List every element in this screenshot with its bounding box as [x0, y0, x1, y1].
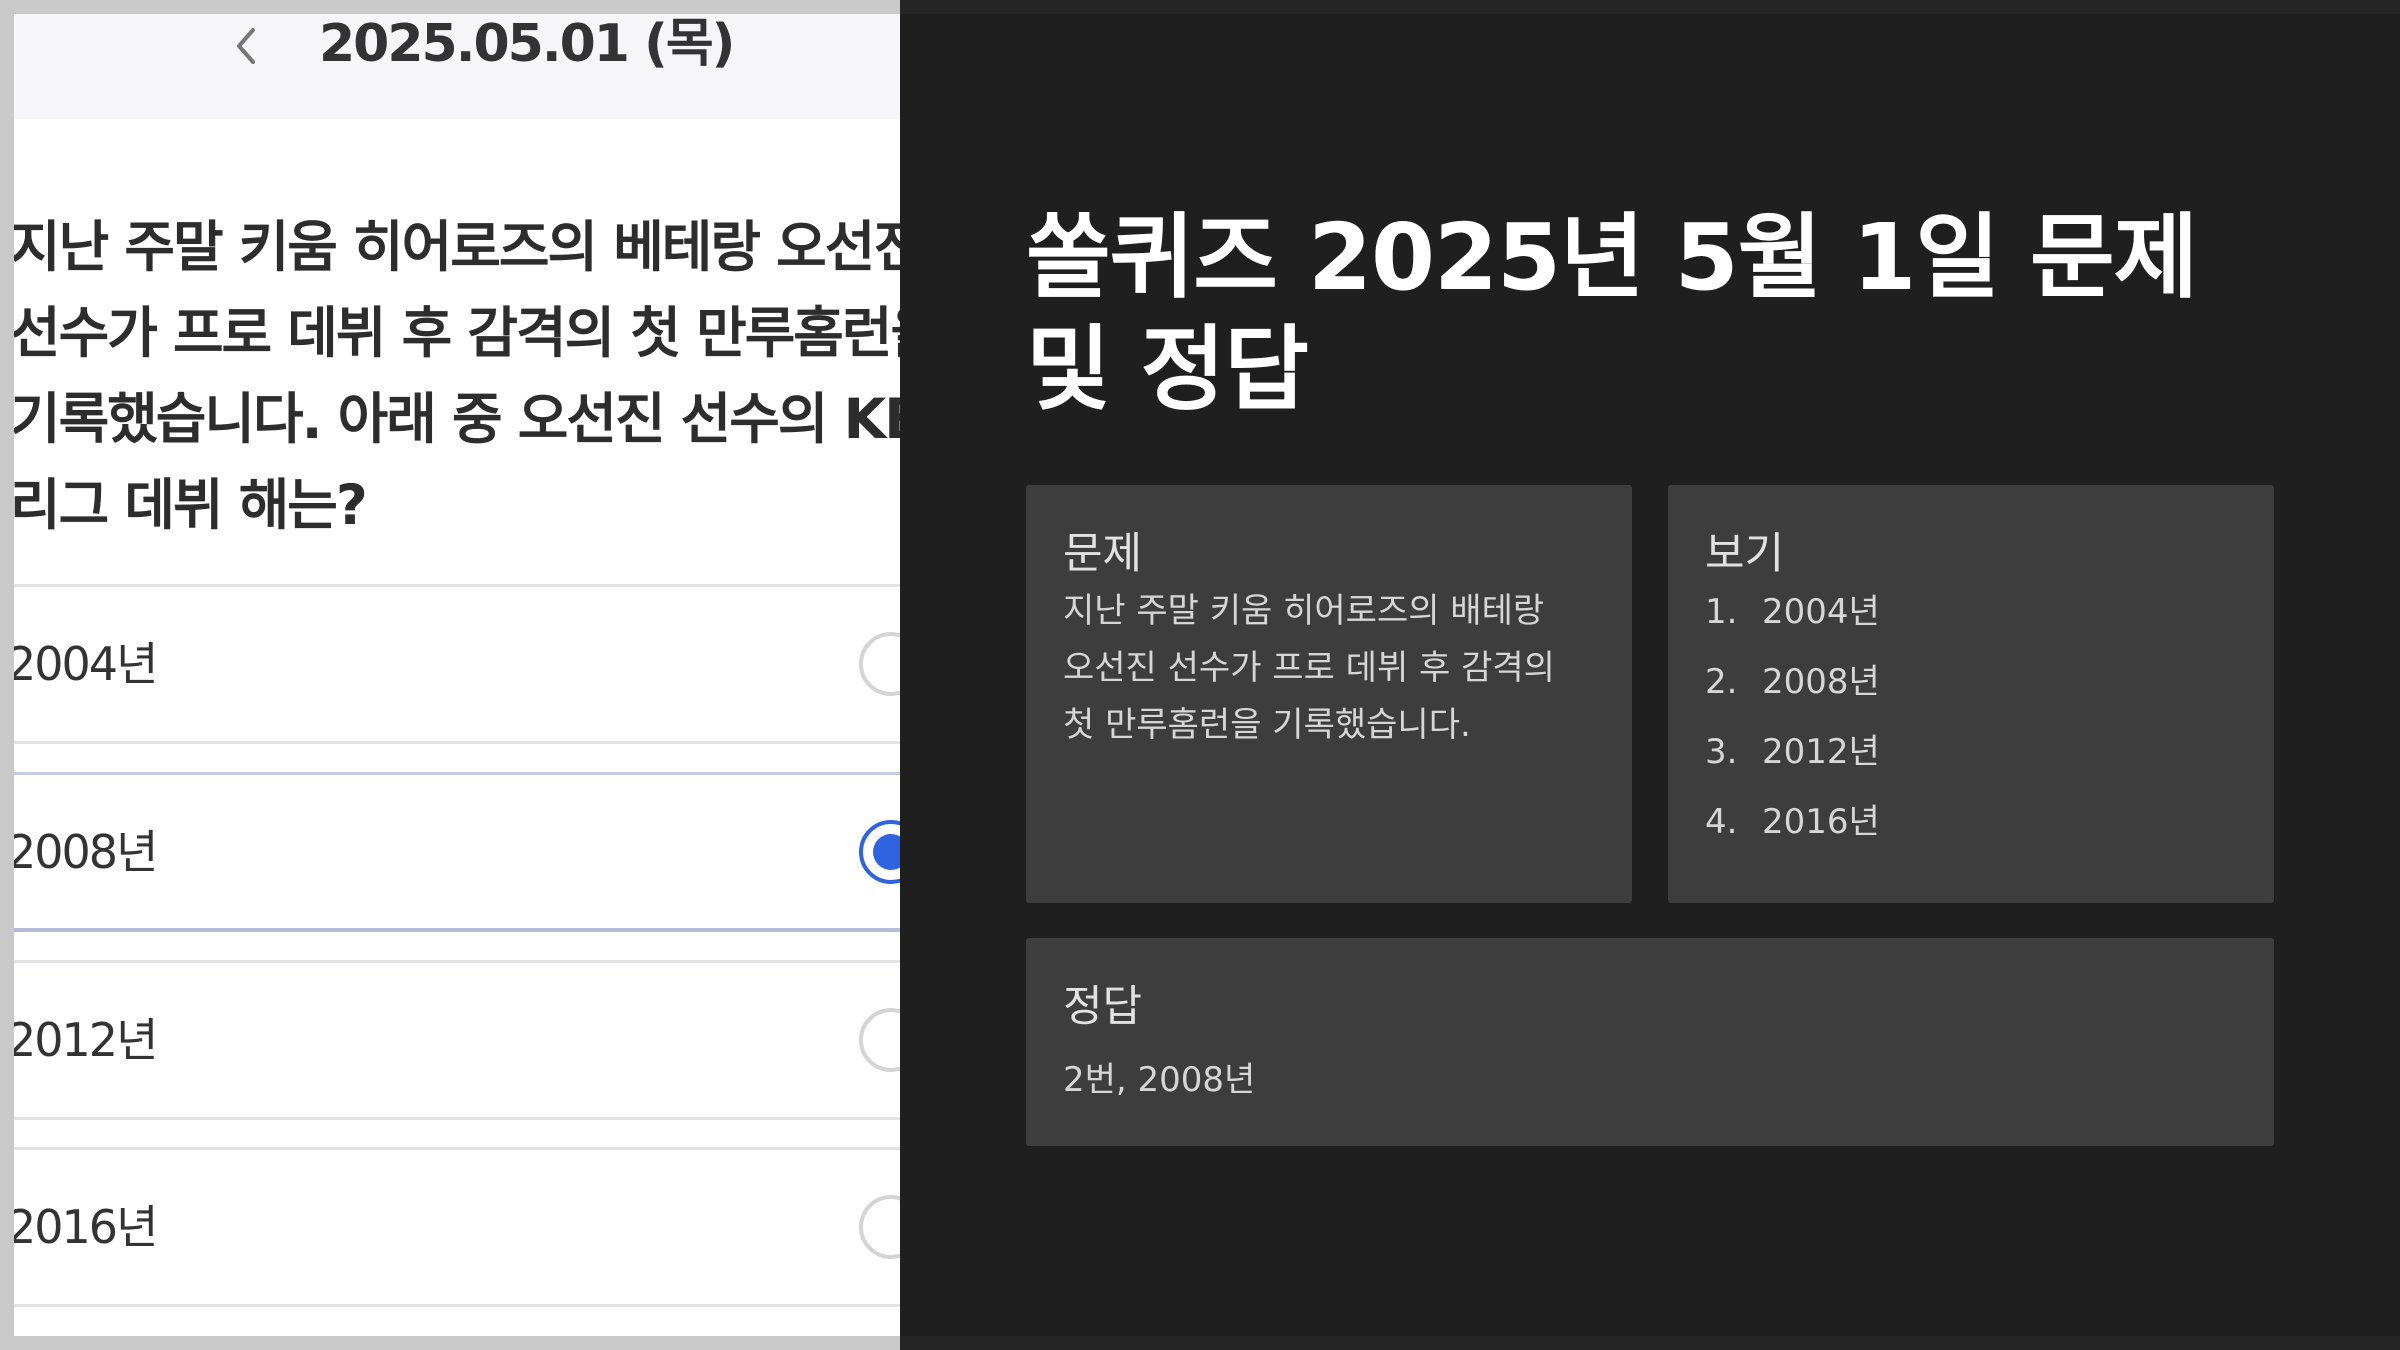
question-body-line: 첫 만루홈런을 기록했습니다. — [1063, 705, 1471, 745]
answer-article: 쏠퀴즈 2025년 5월 1일 문제 및 정답 문제 지난 주말 키움 히어로즈… — [900, 14, 2400, 1336]
quiz-header: 2025.05.01 (목) — [14, 14, 900, 119]
quiz-screenshot: 2025.05.01 (목) 지난 주말 키움 히어로즈의 베테랑 오선진 선수… — [0, 0, 900, 1350]
panel-top-edge — [900, 0, 2400, 14]
choice-number: 2. — [1705, 662, 1738, 702]
quiz-question-text: 지난 주말 키움 히어로즈의 베테랑 오선진 선수가 프로 데뷔 후 감격의 첫… — [14, 204, 900, 548]
option-label: 2004년 — [14, 637, 158, 691]
option-row-3[interactable]: 2012년 — [14, 960, 900, 1120]
option-label: 2012년 — [14, 1013, 158, 1067]
answer-card-heading: 정답 — [1063, 982, 1143, 1032]
answer-card: 정답 2번, 2008년 — [1026, 938, 2274, 1146]
option-row-4[interactable]: 2016년 — [14, 1147, 900, 1307]
radio-button[interactable] — [859, 1008, 900, 1072]
question-card-heading: 문제 — [1063, 529, 1143, 579]
question-card: 문제 지난 주말 키움 히어로즈의 배테랑 오선진 선수가 프로 데뷔 후 감격… — [1026, 485, 1632, 903]
choice-number: 1. — [1705, 592, 1738, 632]
choice-item: 4. 2016년 — [1705, 787, 1880, 857]
choice-text: 2004년 — [1762, 592, 1880, 632]
choice-text: 2008년 — [1762, 662, 1880, 702]
choice-number: 4. — [1705, 802, 1738, 842]
option-label: 2008년 — [14, 825, 158, 879]
quiz-screen: 2025.05.01 (목) 지난 주말 키움 히어로즈의 베테랑 오선진 선수… — [14, 14, 900, 1336]
radio-button-checked[interactable] — [859, 820, 900, 884]
choice-item: 3. 2012년 — [1705, 717, 1880, 787]
choices-card: 보기 1. 2004년 2. 2008년 3. 2012년 4. 2016년 — [1668, 485, 2274, 903]
panel-bottom-edge — [900, 1336, 2400, 1350]
choice-text: 2012년 — [1762, 732, 1880, 772]
option-row-1[interactable]: 2004년 — [14, 584, 900, 744]
question-body-line: 오선진 선수가 프로 데뷔 후 감격의 — [1063, 648, 1555, 688]
quiz-date: 2025.05.01 (목) — [319, 14, 735, 74]
question-line: 리그 데뷔 해는? — [14, 473, 368, 537]
choice-item: 1. 2004년 — [1705, 577, 1880, 647]
question-line: 기록했습니다. 아래 중 오선진 선수의 KBO — [14, 387, 900, 451]
back-chevron-icon[interactable] — [226, 26, 266, 66]
choice-number: 3. — [1705, 732, 1738, 772]
article-title: 쏠퀴즈 2025년 5월 1일 문제 및 정답 — [1026, 204, 2198, 423]
choice-item: 2. 2008년 — [1705, 647, 1880, 717]
answer-text: 2번, 2008년 — [1063, 1060, 1256, 1100]
radio-button[interactable] — [859, 632, 900, 696]
question-line: 선수가 프로 데뷔 후 감격의 첫 만루홈런을 — [14, 301, 900, 365]
choice-text: 2016년 — [1762, 802, 1880, 842]
question-card-body: 지난 주말 키움 히어로즈의 배테랑 오선진 선수가 프로 데뷔 후 감격의 첫… — [1063, 583, 1555, 754]
option-label: 2016년 — [14, 1200, 158, 1254]
choices-card-heading: 보기 — [1705, 529, 1785, 579]
choices-list: 1. 2004년 2. 2008년 3. 2012년 4. 2016년 — [1705, 577, 1880, 857]
question-body-line: 지난 주말 키움 히어로즈의 배테랑 — [1063, 591, 1545, 631]
option-row-2[interactable]: 2008년 — [14, 772, 900, 932]
question-line: 지난 주말 키움 히어로즈의 베테랑 오선진 — [14, 215, 900, 279]
radio-button[interactable] — [859, 1195, 900, 1259]
